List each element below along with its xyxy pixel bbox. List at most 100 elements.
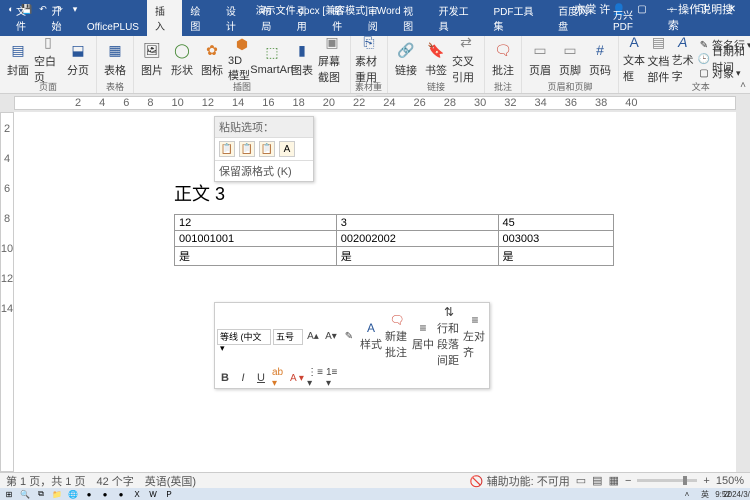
smartart-button[interactable]: ⬚SmartArt — [258, 38, 286, 80]
tab-draw[interactable]: 绘图 — [182, 0, 217, 36]
grow-font-icon[interactable]: A▴ — [305, 329, 321, 345]
screenshot-button[interactable]: ▣屏幕截图 — [318, 38, 346, 80]
paste-options-popup: 粘贴选项： 📋 📋 📋 A 保留源格式 (K) — [214, 116, 314, 182]
icons-button[interactable]: ✿图标 — [198, 38, 226, 80]
styles-button[interactable]: A样式 — [359, 321, 383, 352]
pagenum-button[interactable]: #页码 — [586, 38, 614, 80]
font-color-icon[interactable]: A ▾ — [289, 370, 305, 386]
app-icon[interactable]: ● — [114, 489, 128, 499]
wordart-button[interactable]: A艺术字 — [672, 38, 694, 80]
tab-baidu[interactable]: 百度网盘 — [550, 0, 605, 36]
header-button[interactable]: ▭页眉 — [526, 38, 554, 80]
table-button[interactable]: ▦表格 — [101, 38, 129, 80]
horizontal-ruler[interactable]: 246810121416182022242628303234363840 — [14, 96, 736, 110]
new-comment-button[interactable]: 🗨新建批注 — [385, 313, 409, 360]
page-break-button[interactable]: ⬓分页 — [64, 38, 92, 80]
datetime-button[interactable]: 🕒日期和时间 — [696, 52, 750, 66]
view-print-icon[interactable]: ▤ — [592, 474, 602, 487]
cover-page-button[interactable]: ▤封面 — [4, 38, 32, 80]
status-left[interactable]: 第 1 页，共 1 页 42 个字 英语(英国) — [6, 473, 196, 489]
document-area[interactable]: 粘贴选项： 📋 📋 📋 A 保留源格式 (K) 正文 3 12 3 45 001… — [14, 112, 736, 472]
word-icon[interactable]: W — [146, 489, 160, 499]
quickparts-button[interactable]: ▤文档部件 — [647, 38, 669, 80]
app-icon[interactable]: ● — [82, 489, 96, 499]
task-view-icon[interactable]: ⧉ — [34, 489, 48, 499]
picture-button[interactable]: 🖼图片 — [138, 38, 166, 80]
search-icon[interactable]: 🔍 — [18, 489, 32, 499]
zoom-in-icon[interactable]: + — [703, 475, 709, 487]
group-comments: 🗨批注 批注 — [485, 36, 522, 93]
ime-icon[interactable]: 英 — [698, 489, 712, 499]
line-spacing-button[interactable]: ⇅行和段落间距 — [437, 305, 461, 368]
shrink-font-icon[interactable]: A▾ — [323, 329, 339, 345]
reuse-button[interactable]: ⎘素材重用 — [355, 38, 383, 80]
explorer-icon[interactable]: 📁 — [50, 489, 64, 499]
footer-button[interactable]: ▭页脚 — [556, 38, 584, 80]
excel-icon[interactable]: X — [130, 489, 144, 499]
accessibility-status[interactable]: 🚫 辅助功能: 不可用 — [470, 473, 570, 489]
clock-date[interactable]: 2024/3/28 — [734, 489, 748, 499]
highlight-icon[interactable]: ab ▾ — [271, 370, 287, 386]
powerpoint-icon[interactable]: P — [162, 489, 176, 499]
crossref-button[interactable]: ⇄交叉引用 — [452, 38, 480, 80]
zoom-slider[interactable] — [637, 479, 697, 482]
align-left-button[interactable]: ≡左对齐 — [463, 313, 487, 360]
center-button[interactable]: ≡居中 — [411, 321, 435, 352]
windows-taskbar: ⊞ 🔍 ⧉ 📁 🌐 ● ● ● X W P ˄ 英 9:52 2024/3/28 — [0, 488, 750, 500]
bullets-icon[interactable]: ⋮≡ ▾ — [307, 370, 323, 386]
textbox-button[interactable]: A文本框 — [623, 38, 645, 80]
shapes-button[interactable]: ◯形状 — [168, 38, 196, 80]
paste-keep-source-icon[interactable]: 📋 — [219, 141, 235, 157]
group-reuse: ⎘素材重用 素材重用 — [351, 36, 388, 93]
tab-home[interactable]: 开始 — [43, 0, 78, 36]
group-pages: ▤封面 ▯空白页 ⬓分页 页面 — [0, 36, 97, 93]
tab-design[interactable]: 设计 — [218, 0, 253, 36]
paste-text-icon[interactable]: A — [279, 141, 295, 157]
zoom-level[interactable]: 150% — [716, 475, 744, 487]
font-select[interactable]: 等线 (中文 ▾ — [217, 329, 271, 345]
tab-wanxing[interactable]: 万兴PDF — [605, 4, 660, 36]
font-size-select[interactable]: 五号 — [273, 329, 303, 345]
start-icon[interactable]: ⊞ — [2, 489, 16, 499]
tab-mail[interactable]: 邮件 — [324, 0, 359, 36]
paste-picture-icon[interactable]: 📋 — [259, 141, 275, 157]
group-links: 🔗链接 🔖书签 ⇄交叉引用 链接 — [388, 36, 485, 93]
chart-button[interactable]: ▮图表 — [288, 38, 316, 80]
tab-pdftools[interactable]: PDF工具集 — [485, 0, 550, 36]
paste-keep-source-label[interactable]: 保留源格式 (K) — [215, 160, 313, 181]
table-row: 是 是 是 — [175, 247, 614, 266]
tray-chevron-icon[interactable]: ˄ — [680, 489, 694, 499]
tab-file[interactable]: 文件 — [8, 0, 43, 36]
tab-developer[interactable]: 开发工具 — [431, 0, 486, 36]
blank-page-button[interactable]: ▯空白页 — [34, 38, 62, 80]
collapse-ribbon-icon[interactable]: ˄ — [740, 80, 746, 91]
view-read-icon[interactable]: ▭ — [576, 474, 586, 487]
bold-icon[interactable]: B — [217, 370, 233, 386]
link-button[interactable]: 🔗链接 — [392, 38, 420, 80]
edge-icon[interactable]: 🌐 — [66, 489, 80, 499]
format-painter-icon[interactable]: ✎ — [341, 329, 357, 345]
tab-view[interactable]: 视图 — [395, 0, 430, 36]
view-web-icon[interactable]: ▦ — [609, 474, 619, 487]
numbering-icon[interactable]: 1≡ ▾ — [325, 370, 341, 386]
tab-insert[interactable]: 插入 — [147, 0, 182, 36]
table-row: 12 3 45 — [175, 215, 614, 231]
paste-merge-icon[interactable]: 📋 — [239, 141, 255, 157]
bookmark-button[interactable]: 🔖书签 — [422, 38, 450, 80]
app-icon[interactable]: ● — [98, 489, 112, 499]
object-button[interactable]: ▢对象 ▾ — [696, 66, 750, 80]
group-table: ▦表格 表格 — [97, 36, 134, 93]
document-table[interactable]: 12 3 45 001001001 002002002 003003 是 是 是 — [174, 214, 614, 266]
italic-icon[interactable]: I — [235, 370, 251, 386]
underline-icon[interactable]: U — [253, 370, 269, 386]
tab-tellme[interactable]: ♀ 操作说明搜索 — [660, 0, 750, 36]
group-illustrations: 🖼图片 ◯形状 ✿图标 ⬢3D 模型 ⬚SmartArt ▮图表 ▣屏幕截图 插… — [134, 36, 351, 93]
tab-review[interactable]: 审阅 — [360, 0, 395, 36]
comment-button[interactable]: 🗨批注 — [489, 38, 517, 80]
vertical-ruler[interactable]: 2468101214 — [0, 112, 14, 472]
zoom-out-icon[interactable]: − — [625, 475, 631, 487]
tab-layout[interactable]: 布局 — [253, 0, 288, 36]
document-heading[interactable]: 正文 3 — [174, 180, 225, 206]
tab-references[interactable]: 引用 — [289, 0, 324, 36]
tab-officeplus[interactable]: OfficePLUS — [79, 19, 147, 36]
